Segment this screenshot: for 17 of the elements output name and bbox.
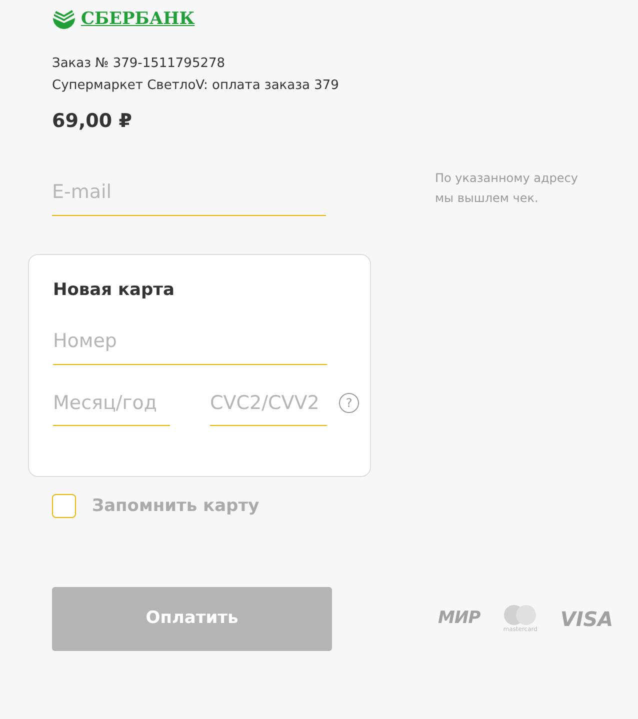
- help-button[interactable]: ?: [339, 393, 359, 414]
- order-amount: 69,00 ₽: [52, 108, 133, 134]
- email-hint: По указанному адресу мы вышлем чек.: [435, 170, 579, 207]
- order-description: Супермаркет СветлоV: оплата заказа 379: [52, 76, 340, 94]
- cvc-field[interactable]: CVC2/CVV2: [210, 388, 327, 426]
- remember-checkbox[interactable]: [52, 494, 76, 518]
- order-number: Заказ № 379-1511795278: [52, 54, 226, 72]
- bank-logo-text: СБЕРБАНК: [81, 8, 195, 31]
- card-title: Новая карта: [53, 278, 176, 302]
- sberbank-logo-icon: [52, 8, 76, 31]
- visa-logo: VISA: [560, 606, 614, 633]
- remember-label: Запомнить карту: [92, 494, 260, 518]
- expiry-field[interactable]: Месяц/год: [53, 388, 170, 426]
- mastercard-circles-icon: [502, 605, 538, 625]
- mir-logo: МИР: [438, 607, 480, 630]
- email-field[interactable]: E-mail: [52, 178, 326, 216]
- card-number-field[interactable]: Номер: [53, 327, 327, 364]
